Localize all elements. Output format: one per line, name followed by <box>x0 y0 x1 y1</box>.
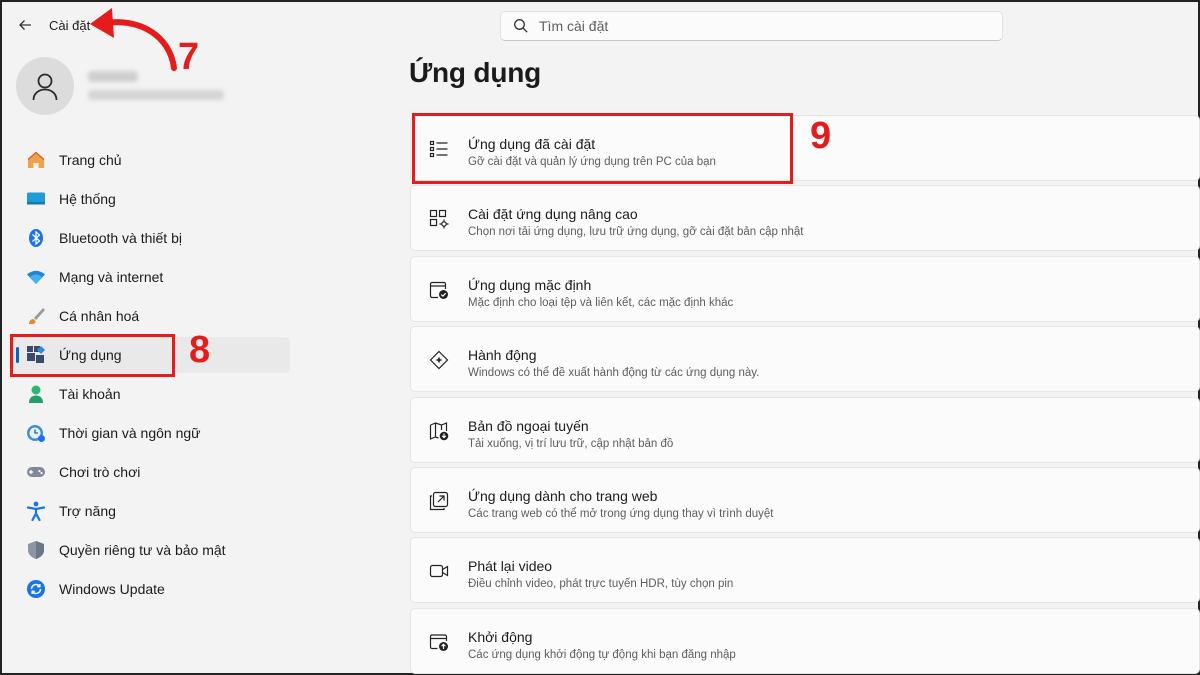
card-title: Bản đồ ngoại tuyến <box>468 417 589 434</box>
sidebar-item-label: Thời gian và ngôn ngữ <box>59 425 201 441</box>
apps-gear-icon <box>428 208 450 230</box>
avatar <box>16 57 74 115</box>
video-icon <box>428 560 450 582</box>
home-icon <box>26 150 46 170</box>
card-description: Gỡ cài đặt và quản lý ứng dụng trên PC c… <box>468 156 716 168</box>
sidebar-item-label: Bluetooth và thiết bị <box>59 230 182 246</box>
card-title: Ứng dụng dành cho trang web <box>468 487 658 504</box>
sidebar-item-label: Chơi trò chơi <box>59 464 141 480</box>
sidebar-item-label: Ứng dụng <box>59 347 122 363</box>
apps-icon <box>26 345 46 365</box>
sidebar-item-label: Windows Update <box>59 581 165 597</box>
sidebar-item-system[interactable]: Hệ thống <box>12 181 290 217</box>
sidebar-item-bluetooth[interactable]: Bluetooth và thiết bị <box>12 220 290 256</box>
card-title: Khởi động <box>468 628 533 645</box>
annotation-step-9: 9 <box>810 115 832 157</box>
card-actions[interactable]: Hành động Windows có thể đề xuất hành độ… <box>410 326 1200 393</box>
update-icon <box>26 579 46 599</box>
sidebar-item-time-language[interactable]: Thời gian và ngôn ngữ <box>12 415 290 451</box>
sidebar-item-label: Hệ thống <box>59 191 116 207</box>
account-icon <box>26 384 46 404</box>
wifi-icon <box>26 267 46 287</box>
search-input[interactable] <box>539 18 979 34</box>
offline-map-icon <box>428 420 450 442</box>
sidebar-item-label: Quyền riêng tư và bảo mật <box>59 542 226 558</box>
card-video-playback[interactable]: Phát lại video Điều chỉnh video, phát tr… <box>410 537 1200 604</box>
search-box[interactable] <box>500 11 1003 41</box>
page-title: Ứng dụng <box>409 57 542 88</box>
sidebar-item-label: Trợ năng <box>59 503 116 519</box>
profile-email-blurred <box>88 90 224 100</box>
settings-card-list: Ứng dụng đã cài đặt Gỡ cài đặt và quản l… <box>410 115 1200 675</box>
sidebar-item-label: Trang chủ <box>59 152 122 168</box>
card-title: Ứng dụng mặc định <box>468 276 592 293</box>
sidebar-item-gaming[interactable]: Chơi trò chơi <box>12 454 290 490</box>
sidebar-item-network[interactable]: Mạng và internet <box>12 259 290 295</box>
card-apps-for-websites[interactable]: Ứng dụng dành cho trang web Các trang we… <box>410 466 1200 533</box>
card-description: Chọn nơi tải ứng dụng, lưu trữ ứng dụng,… <box>468 226 804 239</box>
card-default-apps[interactable]: Ứng dụng mặc định Mặc định cho loại tệp … <box>410 255 1200 322</box>
back-button[interactable] <box>14 14 36 36</box>
sidebar-nav: Trang chủ Hệ thống Bluetooth và thiết bị… <box>12 142 290 610</box>
sidebar-item-accounts[interactable]: Tài khoản <box>12 376 290 412</box>
card-description: Điều chỉnh video, phát trực tuyến HDR, t… <box>468 578 734 591</box>
gamepad-icon <box>26 462 46 482</box>
card-title: Ứng dụng đã cài đặt <box>468 136 596 152</box>
card-description: Windows có thể đề xuất hành động từ các … <box>468 367 760 380</box>
startup-icon <box>428 631 450 653</box>
annotation-step-8: 8 <box>189 329 211 371</box>
sidebar-item-apps[interactable]: Ứng dụng <box>12 337 290 373</box>
accessibility-icon <box>26 501 46 521</box>
search-icon <box>514 19 528 33</box>
default-apps-icon <box>428 279 450 301</box>
shield-icon <box>26 540 46 560</box>
card-title: Phát lại video <box>468 558 553 575</box>
brush-icon <box>26 306 46 326</box>
sparkle-diamond-icon <box>428 349 450 371</box>
sidebar-item-privacy[interactable]: Quyền riêng tư và bảo mật <box>12 532 290 568</box>
sidebar-item-label: Cá nhân hoá <box>59 308 140 324</box>
sidebar-item-label: Mạng và internet <box>59 269 164 285</box>
user-icon <box>32 73 58 101</box>
card-description: Tải xuống, vị trí lưu trữ, cập nhật bản … <box>468 437 674 450</box>
list-icon <box>428 138 450 160</box>
card-installed-apps[interactable]: Ứng dụng đã cài đặt Gỡ cài đặt và quản l… <box>410 115 1200 181</box>
card-title: Hành động <box>468 347 537 364</box>
card-startup[interactable]: Khởi động Các ứng dụng khởi động tự động… <box>410 607 1200 674</box>
sidebar-item-label: Tài khoản <box>59 386 121 402</box>
clock-globe-icon <box>26 423 46 443</box>
open-external-icon <box>428 490 450 512</box>
sidebar-item-home[interactable]: Trang chủ <box>12 142 290 178</box>
back-arrow-icon <box>19 20 31 30</box>
annotation-step-7: 7 <box>178 36 200 78</box>
card-title: Cài đặt ứng dụng nâng cao <box>468 206 638 223</box>
card-description: Các ứng dụng khởi động tự động khi bạn đ… <box>468 648 736 661</box>
bluetooth-icon <box>26 228 46 248</box>
sidebar-item-personalization[interactable]: Cá nhân hoá <box>12 298 290 334</box>
card-advanced-app-settings[interactable]: Cài đặt ứng dụng nâng cao Chọn nơi tải ứ… <box>410 185 1200 252</box>
profile-name-blurred <box>88 71 138 82</box>
system-icon <box>26 189 46 209</box>
card-offline-maps[interactable]: Bản đồ ngoại tuyến Tải xuống, vị trí lưu… <box>410 396 1200 463</box>
app-title: Cài đặt <box>49 18 91 33</box>
active-indicator <box>16 347 19 363</box>
card-description: Mặc định cho loại tệp và liên kết, các m… <box>468 296 734 309</box>
sidebar-item-windows-update[interactable]: Windows Update <box>12 571 290 607</box>
card-description: Các trang web có thể mở trong ứng dụng t… <box>468 507 774 520</box>
sidebar-item-accessibility[interactable]: Trợ năng <box>12 493 290 529</box>
